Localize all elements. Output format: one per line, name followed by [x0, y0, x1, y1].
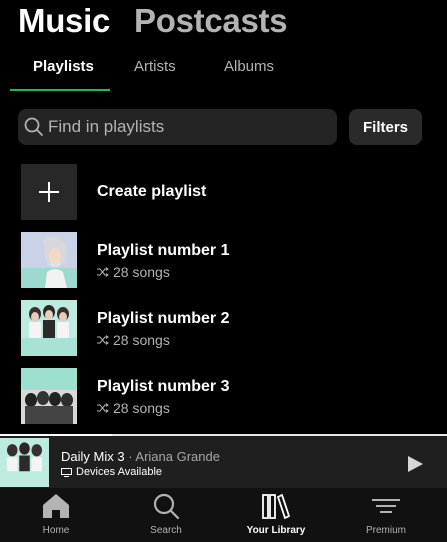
plus-icon: [39, 182, 59, 202]
nav-premium[interactable]: Premium: [336, 492, 436, 536]
create-playlist-tile: [21, 164, 77, 220]
device-icon: [61, 467, 72, 477]
premium-icon: [372, 499, 400, 513]
search-input[interactable]: [48, 117, 318, 137]
nav-home-label: Home: [42, 525, 70, 536]
playlist-item[interactable]: Playlist number 1 28 songs: [21, 232, 230, 288]
nav-home[interactable]: Home: [6, 492, 106, 536]
library-tabs: Playlists Artists Albums: [0, 50, 447, 94]
tab-playlists[interactable]: Playlists: [33, 58, 94, 75]
playlist-name: Playlist number 3: [97, 377, 230, 395]
shuffle-icon: [97, 266, 109, 277]
home-icon: [43, 494, 69, 518]
playlist-name: Playlist number 1: [97, 241, 230, 259]
now-playing-title: Daily Mix 3 · Ariana Grande: [61, 449, 220, 464]
nav-premium-label: Premium: [365, 525, 406, 536]
nav-library[interactable]: Your Library: [226, 492, 326, 536]
create-playlist-label: Create playlist: [97, 183, 207, 200]
search-icon: [24, 117, 44, 137]
playlist-song-count: 28 songs: [113, 263, 170, 280]
now-playing-cover: [0, 438, 49, 487]
nav-search-label: Search: [150, 525, 182, 536]
active-tab-indicator: [10, 89, 110, 91]
filters-button[interactable]: Filters: [349, 109, 422, 145]
shuffle-icon: [97, 402, 109, 413]
playlist-song-count: 28 songs: [113, 331, 170, 348]
devices-label: Devices Available: [76, 466, 163, 478]
devices-available[interactable]: Devices Available: [61, 466, 162, 478]
tab-albums[interactable]: Albums: [224, 58, 274, 75]
nav-search[interactable]: Search: [116, 492, 216, 536]
nav-library-label: Your Library: [246, 525, 306, 536]
playback-progress-bar: [0, 434, 112, 436]
music-heading[interactable]: Music: [18, 4, 110, 38]
now-playing-artist: Ariana Grande: [135, 449, 220, 464]
bottom-navigation: Home Search Your Library Premium: [0, 488, 447, 542]
playlist-song-count: 28 songs: [113, 399, 170, 416]
playlist-cover: [21, 368, 77, 424]
search-icon: [153, 493, 180, 520]
now-playing-song: Daily Mix 3: [61, 449, 125, 464]
podcasts-heading[interactable]: Postcasts: [134, 4, 288, 38]
playlist-cover: [21, 300, 77, 356]
now-playing-bar[interactable]: Daily Mix 3 · Ariana Grande Devices Avai…: [0, 434, 447, 490]
library-icon: [262, 493, 291, 520]
tab-artists[interactable]: Artists: [134, 58, 176, 75]
search-box[interactable]: [18, 109, 337, 145]
playlist-cover: [21, 232, 77, 288]
create-playlist-row[interactable]: Create playlist: [21, 164, 206, 220]
playlist-item[interactable]: Playlist number 3 28 songs: [21, 368, 230, 424]
playlist-name: Playlist number 2: [97, 309, 230, 327]
play-icon[interactable]: [405, 454, 425, 474]
playlist-item[interactable]: Playlist number 2 28 songs: [21, 300, 230, 356]
library-header: Music Postcasts: [18, 0, 288, 38]
shuffle-icon: [97, 334, 109, 345]
